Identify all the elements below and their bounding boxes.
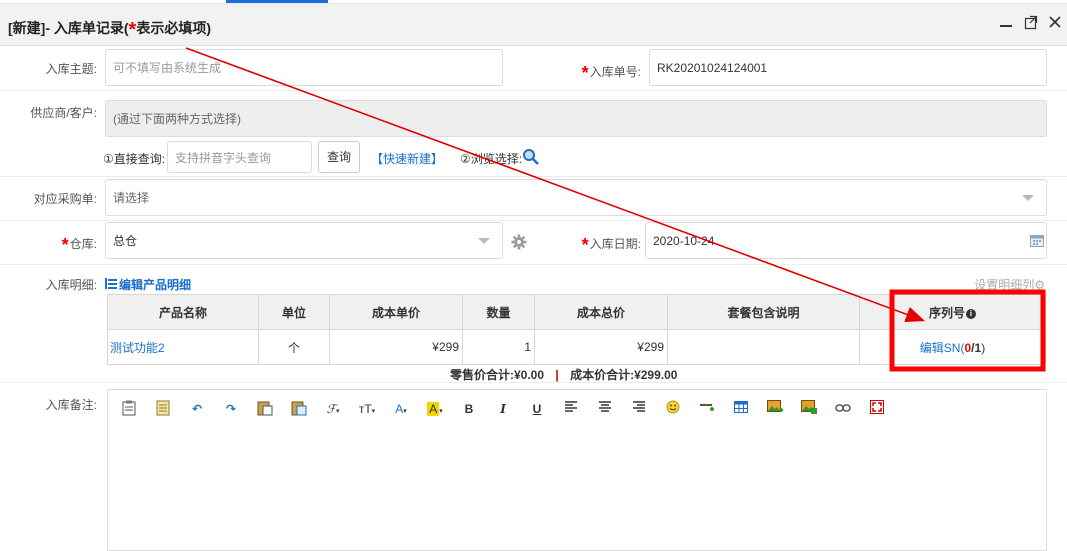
annotation-overlay <box>185 47 1046 372</box>
annotation-arrow <box>185 47 926 322</box>
highlight-box <box>889 289 1046 372</box>
